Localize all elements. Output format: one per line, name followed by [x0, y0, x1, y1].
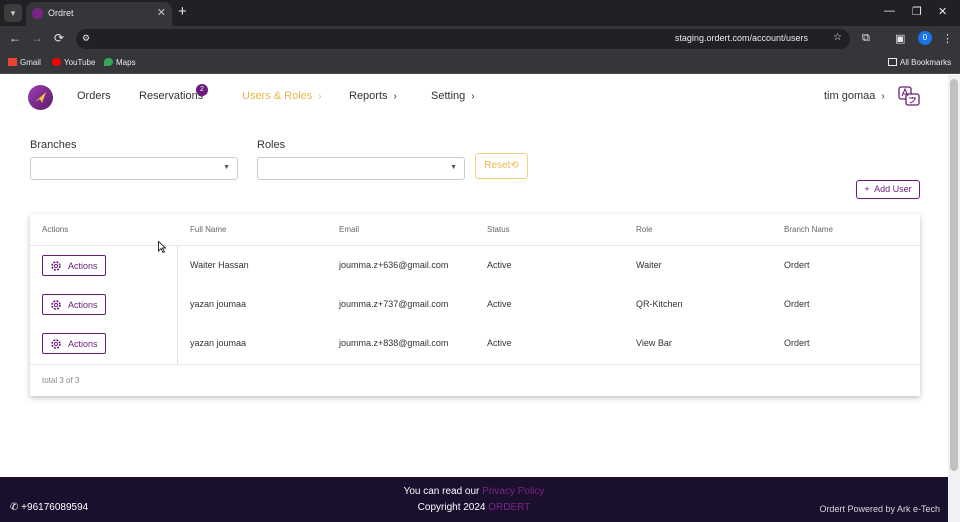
cell-status: Active [487, 260, 512, 270]
chevron-right-icon: › [471, 91, 475, 102]
cell-email: joumma.z+737@gmail.com [339, 299, 449, 309]
cell-branch-name: Ordert [784, 338, 810, 348]
site-footer: ✆ +96176089594 You can read our Privacy … [0, 477, 948, 522]
all-bookmarks[interactable]: All Bookmarks [888, 58, 951, 67]
youtube-icon [52, 58, 61, 66]
back-icon[interactable]: ← [9, 31, 21, 45]
column-header-email: Email [339, 225, 360, 234]
bookmarks-bar: Gmail YouTube Maps All Bookmarks [0, 52, 960, 74]
url-text: staging.ordert.com/account/users [674, 33, 808, 43]
cell-email: joumma.z+838@gmail.com [339, 338, 449, 348]
side-panel-icon[interactable]: ▣ [895, 32, 905, 45]
cell-status: Active [487, 299, 512, 309]
nav-setting[interactable]: Setting › [431, 90, 475, 102]
reset-icon: ⟲ [510, 160, 519, 171]
caret-down-icon: ▼ [223, 164, 230, 171]
browser-tab[interactable]: Ordret ✕ [26, 2, 172, 26]
cell-full-name: yazan joumaa [190, 338, 247, 348]
cell-full-name: Waiter Hassan [190, 260, 249, 270]
actions-button[interactable]: Actions [42, 255, 106, 276]
add-user-button[interactable]: + Add User [856, 180, 920, 199]
browser-toolbar: ← → ⟳ ⚙ staging.ordert.com/account/users… [0, 26, 960, 52]
table-row: Actions yazan joumaa joumma.z+737@gmail.… [30, 285, 920, 324]
powered-by-text: Ordert Powered by Ark e-Tech [819, 504, 940, 514]
bookmark-maps[interactable]: Maps [104, 58, 136, 67]
reservations-badge: 2 [196, 84, 208, 96]
bookmark-youtube[interactable]: YouTube [52, 58, 95, 67]
table-row: Actions yazan joumaa joumma.z+838@gmail.… [30, 324, 920, 363]
branches-label: Branches [30, 139, 77, 151]
browser-menu-icon[interactable]: ⋮ [942, 32, 953, 45]
roles-select[interactable]: ▼ [257, 157, 465, 180]
cell-role: View Bar [636, 338, 672, 348]
copyright-line: Copyright 2024 ORDERT [417, 502, 531, 513]
column-header-actions: Actions [42, 225, 69, 234]
column-header-status: Status [487, 225, 510, 234]
tab-title: Ordret [48, 8, 74, 18]
gear-icon [51, 339, 61, 349]
brand-link[interactable]: ORDERT [488, 502, 530, 513]
column-header-full-name: Full Name [190, 225, 227, 234]
nav-orders[interactable]: Orders [77, 90, 111, 102]
bookmark-gmail[interactable]: Gmail [8, 58, 41, 67]
nav-users-roles[interactable]: Users & Roles › [242, 90, 322, 102]
reload-icon[interactable]: ⟳ [54, 31, 64, 45]
reset-button[interactable]: Reset⟲ [475, 153, 528, 179]
scrollbar-thumb[interactable] [950, 79, 958, 471]
language-translate-icon[interactable] [897, 85, 921, 109]
cell-role: QR-Kitchen [636, 299, 683, 309]
maximize-icon[interactable]: ❐ [912, 5, 922, 18]
nav-reservations[interactable]: Reservations [139, 90, 203, 102]
table-footer-divider [30, 364, 920, 365]
cell-role: Waiter [636, 260, 662, 270]
tab-search-icon[interactable]: ▾ [4, 4, 22, 22]
folder-icon [888, 58, 897, 66]
gmail-icon [8, 58, 17, 66]
profile-avatar[interactable]: 0 [918, 31, 932, 45]
cell-status: Active [487, 338, 512, 348]
logo-mark-icon [35, 92, 46, 103]
forward-icon[interactable]: → [31, 31, 43, 45]
ordert-logo[interactable] [28, 85, 53, 110]
extensions-icon[interactable]: ⧉ [862, 32, 870, 45]
pagination-total: total 3 of 3 [42, 376, 80, 385]
new-tab-icon[interactable]: + [178, 3, 187, 20]
cell-email: joumma.z+636@gmail.com [339, 260, 449, 270]
column-header-role: Role [636, 225, 653, 234]
user-menu[interactable]: tim gomaa › [824, 90, 885, 102]
close-tab-icon[interactable]: ✕ [157, 6, 166, 19]
cell-branch-name: Ordert [784, 260, 810, 270]
browser-tab-bar: ▾ Ordret ✕ + — ❐ ✕ [0, 0, 960, 26]
gear-icon [51, 300, 61, 310]
app-content: Orders Reservations 2 Users & Roles › Rep… [0, 75, 948, 477]
chevron-right-icon: › [318, 91, 322, 102]
privacy-policy-link[interactable]: Privacy Policy [482, 486, 544, 497]
nav-reports[interactable]: Reports › [349, 90, 397, 102]
column-header-branch-name: Branch Name [784, 225, 833, 234]
bookmark-star-icon[interactable]: ☆ [833, 32, 842, 43]
cell-full-name: yazan joumaa [190, 299, 247, 309]
plus-icon: + [864, 184, 870, 194]
privacy-line: You can read our Privacy Policy [403, 486, 545, 497]
actions-button[interactable]: Actions [42, 294, 106, 315]
mouse-cursor-icon [158, 241, 166, 253]
cell-branch-name: Ordert [784, 299, 810, 309]
address-bar[interactable]: ⚙ staging.ordert.com/account/users ☆ [76, 29, 850, 49]
actions-button[interactable]: Actions [42, 333, 106, 354]
maps-icon [104, 58, 113, 66]
chevron-right-icon: › [393, 91, 397, 102]
window-close-icon[interactable]: ✕ [938, 5, 947, 18]
site-settings-icon[interactable]: ⚙ [82, 33, 94, 45]
chevron-right-icon: › [881, 91, 885, 102]
branches-select[interactable]: ▼ [30, 157, 238, 180]
page-scrollbar[interactable] [948, 75, 960, 522]
ordert-favicon-icon [32, 8, 43, 19]
minimize-icon[interactable]: — [884, 5, 895, 17]
gear-icon [51, 261, 61, 271]
roles-label: Roles [257, 139, 286, 151]
caret-down-icon: ▼ [450, 164, 457, 171]
